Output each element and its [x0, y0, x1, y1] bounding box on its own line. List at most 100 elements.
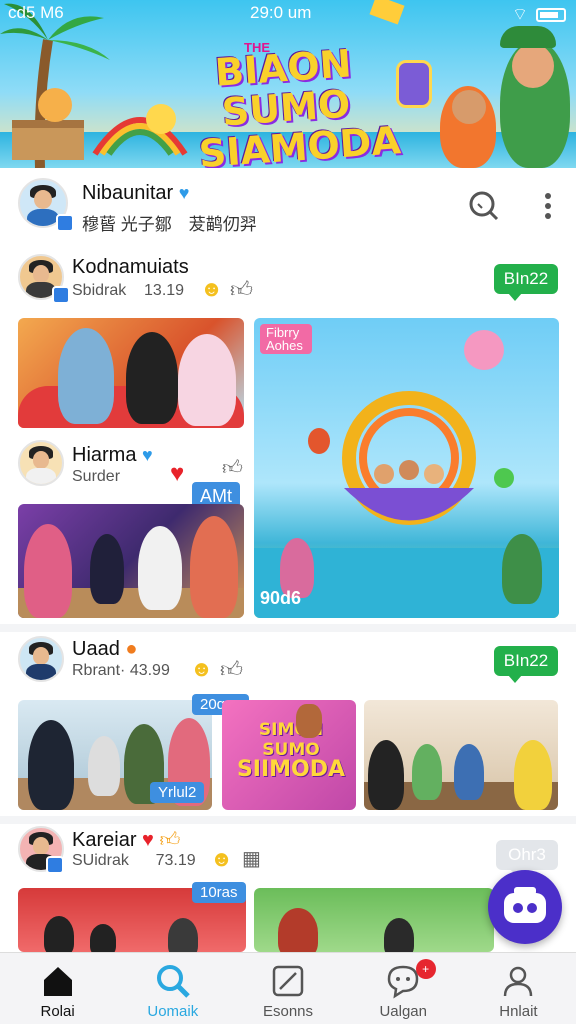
- post-photo[interactable]: [254, 888, 494, 952]
- rainbow-boat-illustration: [342, 391, 476, 525]
- status-icons: ⌔: [512, 4, 566, 25]
- home-icon: [43, 967, 72, 996]
- status-badge[interactable]: Ohr3: [496, 840, 558, 877]
- mascot-illustration: [146, 104, 176, 134]
- post-avatar[interactable]: [18, 636, 64, 682]
- status-badge[interactable]: BIn22: [494, 264, 558, 301]
- heart-icon[interactable]: ♥: [170, 460, 184, 488]
- poster-thumbnail[interactable]: SIMON SUMO SIIMODA: [222, 700, 356, 810]
- photo-tag[interactable]: 10ras: [192, 882, 246, 903]
- clock: 29:0 um: [250, 3, 312, 22]
- post-meta: Sbidrak: [72, 282, 127, 299]
- kid-face-illustration: [512, 44, 554, 88]
- battery-icon: [536, 7, 566, 22]
- like-icon[interactable]: 👍︎: [222, 456, 243, 480]
- status-badge[interactable]: BIn22: [494, 646, 558, 683]
- post-meta: Rbrant·: [72, 662, 126, 679]
- section-divider: [0, 624, 576, 632]
- rainbow-bridge-illustration: [92, 117, 188, 156]
- emoji-reaction-icon[interactable]: ☻: [200, 276, 223, 302]
- person-illustration: [24, 524, 72, 618]
- profile-icon: [504, 966, 533, 997]
- more-options-button[interactable]: [536, 190, 560, 222]
- profile-name: Nibaunitar: [82, 182, 174, 204]
- edit-icon: [272, 965, 304, 997]
- profile-header: Nibaunitar ♥ 穆蒈 光子鄒 茇鹋仞羿: [0, 170, 576, 250]
- nav-compose[interactable]: Esonns: [230, 953, 345, 1024]
- banner-title: BIAON SUMO SIAMODA: [197, 41, 403, 168]
- assistant-fab-button[interactable]: [488, 870, 562, 944]
- kangaroo-illustration: [296, 704, 322, 738]
- nav-home[interactable]: Rolai: [0, 953, 115, 1024]
- thumbs-up-icon: 👍︎: [159, 829, 181, 851]
- person-illustration: [178, 334, 236, 426]
- search-icon: [156, 965, 190, 998]
- person-illustration: [88, 736, 120, 796]
- heart-icon: ♥: [142, 445, 153, 465]
- header-banner: cd5 M6 29:0 um ⌔ THE BIAON SUMO SIAMODA: [0, 0, 576, 168]
- robot-icon: [504, 887, 546, 923]
- person-illustration: [58, 328, 114, 424]
- person-illustration: [190, 516, 238, 618]
- wifi-icon: ⌔: [512, 5, 528, 24]
- like-icon[interactable]: 👍︎: [220, 656, 243, 683]
- featured-post-card[interactable]: Fibrry Aohes 90d6: [254, 318, 559, 618]
- nav-label: Esonns: [262, 1003, 314, 1020]
- cap-illustration: [500, 26, 556, 48]
- post-count: 13.19: [144, 282, 185, 299]
- post-photo[interactable]: [18, 318, 244, 428]
- post-count: 43.99: [129, 662, 170, 679]
- kid-face-illustration: [452, 90, 486, 124]
- nav-search[interactable]: Uomaik: [115, 953, 230, 1024]
- nav-label: Hnlait: [499, 1003, 538, 1020]
- section-divider: [0, 816, 576, 824]
- heart-icon: ♥: [178, 183, 190, 203]
- post-count: 73.19: [155, 852, 196, 869]
- game-controller-illustration: [396, 60, 432, 108]
- balloon-icon: [308, 428, 330, 454]
- heart-icon: ♥: [142, 829, 154, 851]
- nav-label: Rolai: [40, 1003, 75, 1020]
- verified-badge-icon: [52, 286, 70, 304]
- orange-dot-icon: ●: [125, 638, 138, 660]
- gem-icon: [494, 468, 514, 488]
- person-illustration: [28, 720, 74, 810]
- mascot-illustration: [38, 88, 72, 122]
- status-bar: cd5 M6 29:0 um ⌔: [0, 0, 576, 26]
- person-illustration: [90, 534, 124, 604]
- poster-mini-title: SIMON SUMO: [258, 720, 324, 760]
- post-author-name[interactable]: Hiarma: [72, 444, 136, 466]
- post-photo[interactable]: [364, 700, 558, 810]
- search-button[interactable]: [466, 188, 502, 224]
- person-illustration: [502, 534, 542, 604]
- notification-badge: +: [415, 959, 436, 979]
- nav-chat[interactable]: + Ualgan: [346, 953, 461, 1024]
- post-author-name[interactable]: Uaad: [72, 638, 120, 660]
- bottom-navigation: Rolai Uomaik Esonns + Ualgan Hnlait: [0, 952, 576, 1024]
- post-author-name[interactable]: Kodnamuiats: [72, 256, 189, 279]
- more-vertical-icon: [545, 193, 551, 219]
- verified-badge-icon: [56, 214, 74, 232]
- person-illustration: [138, 526, 182, 610]
- post-author-name[interactable]: Kareiar: [72, 829, 136, 851]
- photo-tag[interactable]: Yrlul2: [150, 782, 205, 803]
- verified-badge-icon: [46, 856, 64, 874]
- nav-label: Uomaik: [147, 1003, 199, 1020]
- post-meta: Surder: [72, 468, 121, 485]
- person-illustration: [126, 332, 178, 424]
- post-meta: SUidrak: [72, 852, 129, 869]
- like-icon[interactable]: 👍︎: [230, 276, 253, 303]
- post-photo[interactable]: [18, 504, 244, 618]
- pig-character-illustration: [464, 330, 504, 370]
- nav-profile[interactable]: Hnlait: [461, 953, 576, 1024]
- calendar-icon[interactable]: ▦: [242, 846, 261, 871]
- overlay-tag: 90d6: [260, 588, 302, 608]
- emoji-reaction-icon[interactable]: ☻: [210, 846, 233, 872]
- person-illustration: [514, 740, 552, 810]
- poster-label: Fibrry Aohes: [260, 324, 312, 354]
- emoji-reaction-icon[interactable]: ☻: [190, 656, 213, 682]
- nav-label: Ualgan: [379, 1003, 427, 1020]
- poster-mini-title: SIIMODA: [236, 757, 346, 782]
- post-avatar[interactable]: [18, 440, 64, 486]
- person-illustration: [454, 744, 484, 800]
